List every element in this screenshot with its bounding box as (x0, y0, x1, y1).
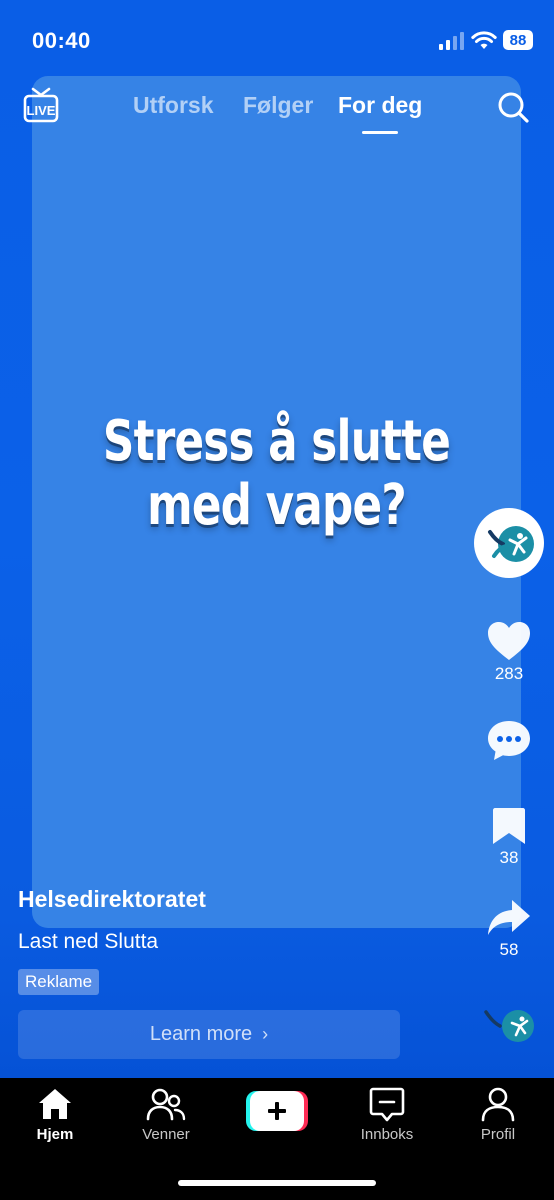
author-name[interactable]: Helsedirektoratet (18, 886, 206, 913)
tab-utforsk[interactable]: Utforsk (133, 92, 214, 119)
video-headline: Stress å slutte med vape? (86, 410, 467, 538)
feed-tabs: Utforsk Følger For deg (0, 92, 554, 132)
nav-home[interactable]: Hjem (10, 1086, 100, 1143)
wifi-icon (471, 31, 497, 49)
search-icon[interactable] (495, 89, 531, 125)
save-button[interactable]: 38 (474, 806, 544, 868)
ad-badge: Reklame (18, 969, 100, 995)
profile-icon (481, 1087, 515, 1122)
video-feed[interactable]: 00:40 88 LIVE Utforsk Følger For deg Str… (0, 0, 554, 1078)
helsedirektoratet-logo-icon (488, 526, 534, 562)
share-button[interactable]: 58 (474, 898, 544, 960)
nav-profile-label: Profil (480, 1126, 516, 1143)
comment-icon (488, 721, 530, 760)
creator-avatar[interactable] (474, 508, 544, 578)
save-count: 38 (499, 848, 519, 867)
active-tab-indicator (362, 131, 398, 134)
battery-indicator: 88 (503, 30, 533, 50)
chevron-right-icon: › (262, 1024, 269, 1044)
headline-line-2: med vape? (147, 473, 407, 538)
nav-profile[interactable]: Profil (453, 1086, 543, 1143)
inbox-icon (369, 1087, 405, 1122)
nav-friends-label: Venner (142, 1126, 190, 1143)
learn-more-button[interactable]: Learn more › (18, 1010, 400, 1059)
create-button[interactable] (246, 1091, 308, 1131)
tab-folger[interactable]: Følger (243, 92, 313, 119)
tab-for-deg[interactable]: For deg (338, 92, 422, 119)
comment-button[interactable] (474, 718, 544, 764)
learn-more-label: Learn more (149, 1023, 253, 1045)
home-icon (39, 1089, 71, 1119)
home-indicator (178, 1180, 376, 1186)
post-caption: Last ned Slutta (18, 930, 159, 953)
nav-inbox-label: Innboks (360, 1126, 414, 1143)
like-count: 283 (494, 664, 524, 683)
nav-home-label: Hjem (36, 1126, 74, 1143)
bookmark-icon (493, 808, 525, 844)
headline-line-1: Stress å slutte (102, 409, 451, 474)
like-button[interactable]: 283 (474, 620, 544, 684)
share-count: 58 (499, 940, 519, 959)
status-time: 00:40 (32, 28, 91, 53)
friends-icon (146, 1088, 186, 1121)
share-arrow-icon (488, 900, 530, 935)
nav-inbox[interactable]: Innboks (342, 1086, 432, 1143)
nav-friends[interactable]: Venner (121, 1086, 211, 1143)
music-disc-icon[interactable] (484, 1006, 536, 1046)
heart-icon (488, 622, 530, 660)
cellular-signal-icon (439, 32, 465, 50)
